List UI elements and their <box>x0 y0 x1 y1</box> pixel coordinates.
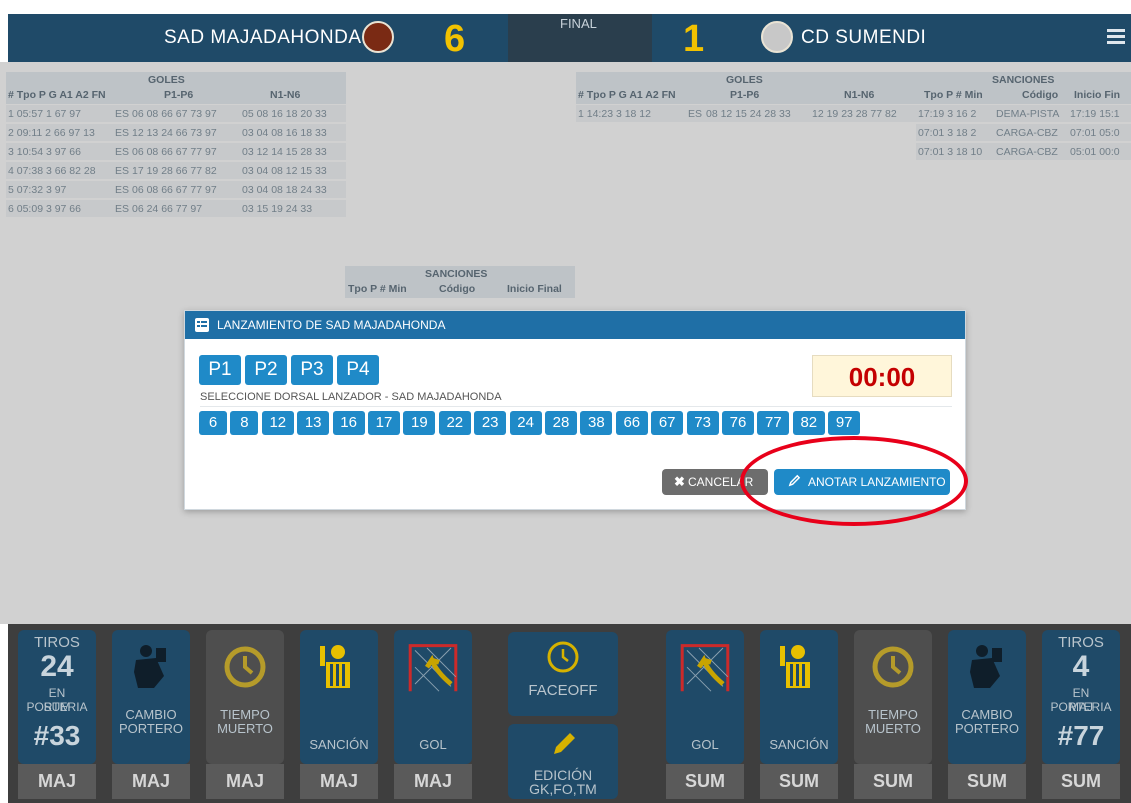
clock-icon <box>872 646 914 688</box>
edit-label: EDICIÓN GK,FO,TM <box>529 767 597 797</box>
highlight-annotation-circle <box>740 436 968 526</box>
change-goalie-maj-button[interactable]: CAMBIO PORTERO <box>112 630 190 764</box>
goalie-number: #33 <box>33 720 81 751</box>
change-goalie-sum-button[interactable]: CAMBIO PORTERO <box>948 630 1026 764</box>
player-number-button[interactable]: 66 <box>615 411 648 435</box>
away-score: 1 <box>683 18 705 60</box>
player-number-button[interactable]: 6 <box>199 411 227 435</box>
goal-maj-button[interactable]: GOL <box>394 630 472 764</box>
timer-display: 00:00 <box>812 355 952 397</box>
close-icon: ✖ <box>674 474 685 489</box>
home-team-name: SAD MAJADAHONDA <box>164 27 362 48</box>
team-label: SUM <box>948 764 1026 799</box>
player-number-button[interactable]: 97 <box>828 411 861 435</box>
home-score: 6 <box>444 18 466 60</box>
away-team-name: CD SUMENDI <box>801 27 927 48</box>
scoreboard-app: SAD MAJADAHONDA 6 FINAL 1 CD SUMENDI GOL… <box>0 0 1131 803</box>
goal-label: GOL <box>691 737 719 752</box>
team-label: MAJ <box>112 764 190 799</box>
divider <box>200 406 952 407</box>
period-button-p1[interactable]: P1 <box>199 355 241 385</box>
clock-icon <box>547 641 579 673</box>
shots-on-goal-sum-tile[interactable]: TIROS 24 EN PORTERIA SUM #33 <box>18 630 96 764</box>
shots-on-goal-maj-tile[interactable]: TIROS 4 EN PORTERIA MAJ #77 <box>1042 630 1120 764</box>
player-number-button[interactable]: 38 <box>580 411 613 435</box>
goal-net-icon <box>408 644 458 692</box>
player-number-button[interactable]: 82 <box>792 411 825 435</box>
faceoff-label: FACEOFF <box>528 682 598 699</box>
player-number-button[interactable]: 17 <box>368 411 400 435</box>
pencil-icon <box>554 733 575 754</box>
player-number-button[interactable]: 12 <box>261 411 294 435</box>
referee-icon <box>320 645 350 688</box>
player-number-button[interactable]: 16 <box>332 411 365 435</box>
period-button-p2[interactable]: P2 <box>245 355 287 385</box>
player-number-button[interactable]: 28 <box>545 411 577 435</box>
referee-icon <box>780 645 810 688</box>
shots-title: TIROS <box>34 634 80 651</box>
clock-icon <box>224 646 266 688</box>
score-header: SAD MAJADAHONDA 6 FINAL 1 CD SUMENDI <box>8 14 1131 62</box>
edit-gk-fo-tm-button[interactable]: EDICIÓN GK,FO,TM <box>508 724 618 799</box>
action-toolbar: TIROS 24 EN PORTERIA SUM #33 MAJ CAMBIO … <box>8 624 1131 803</box>
period-button-p4[interactable]: P4 <box>337 355 379 385</box>
shots-sub2: MAJ <box>1069 700 1093 714</box>
team-label: SUM <box>760 764 838 799</box>
select-player-label: SELECCIONE DORSAL LANZADOR - SAD MAJADAH… <box>200 391 502 403</box>
player-number-button[interactable]: 22 <box>438 411 471 435</box>
dialog-header: LANZAMIENTO DE SAD MAJADAHONDA <box>185 311 965 339</box>
shots-sub2: SUM <box>43 700 71 714</box>
team-label: SUM <box>1042 764 1120 799</box>
hamburger-menu-icon[interactable] <box>1107 29 1125 47</box>
dialog-title: LANZAMIENTO DE SAD MAJADAHONDA <box>217 318 446 332</box>
faceoff-button[interactable]: FACEOFF <box>508 632 618 716</box>
goalie-icon <box>134 645 166 688</box>
game-status-label: FINAL <box>560 16 597 31</box>
goal-net-icon <box>680 644 730 692</box>
timeout-sum-button[interactable]: TIEMPO MUERTO <box>854 630 932 764</box>
team-label: SUM <box>854 764 932 799</box>
list-icon <box>195 318 209 332</box>
goal-label: GOL <box>419 737 447 752</box>
away-team-crest-icon <box>761 21 793 53</box>
timeout-maj-button[interactable]: TIEMPO MUERTO <box>206 630 284 764</box>
team-label: MAJ <box>18 764 96 799</box>
goalie-icon <box>970 645 1002 688</box>
home-team-crest-icon <box>362 21 394 53</box>
goalie-number: #77 <box>1057 720 1105 751</box>
change-goalie-label: CAMBIO PORTERO <box>954 707 1020 736</box>
player-number-button[interactable]: 23 <box>474 411 507 435</box>
shots-count: 24 <box>40 650 74 683</box>
team-label: MAJ <box>206 764 284 799</box>
timeout-label: TIEMPO MUERTO <box>865 707 921 736</box>
period-button-p3[interactable]: P3 <box>291 355 333 385</box>
team-label: MAJ <box>300 764 378 799</box>
goal-sum-button[interactable]: GOL <box>666 630 744 764</box>
timeout-label: TIEMPO MUERTO <box>217 707 273 736</box>
shots-count: 4 <box>1072 650 1090 683</box>
player-number-button[interactable]: 73 <box>686 411 719 435</box>
player-number-button[interactable]: 76 <box>722 411 754 435</box>
penalty-label: SANCIÓN <box>309 737 369 752</box>
team-label: MAJ <box>394 764 472 799</box>
player-number-button[interactable]: 13 <box>297 411 330 435</box>
change-goalie-label: CAMBIO PORTERO <box>118 707 184 736</box>
game-status: FINAL <box>508 14 652 62</box>
player-number-button[interactable]: 67 <box>651 411 684 435</box>
player-number-button[interactable]: 77 <box>757 411 790 435</box>
penalty-label: SANCIÓN <box>769 737 829 752</box>
player-number-button[interactable]: 24 <box>509 411 542 435</box>
shots-title: TIROS <box>1058 634 1104 651</box>
player-number-button[interactable]: 8 <box>230 411 259 435</box>
player-number-button[interactable]: 19 <box>403 411 436 435</box>
penalty-maj-button[interactable]: SANCIÓN <box>300 630 378 764</box>
penalty-sum-button[interactable]: SANCIÓN <box>760 630 838 764</box>
team-label: SUM <box>666 764 744 799</box>
